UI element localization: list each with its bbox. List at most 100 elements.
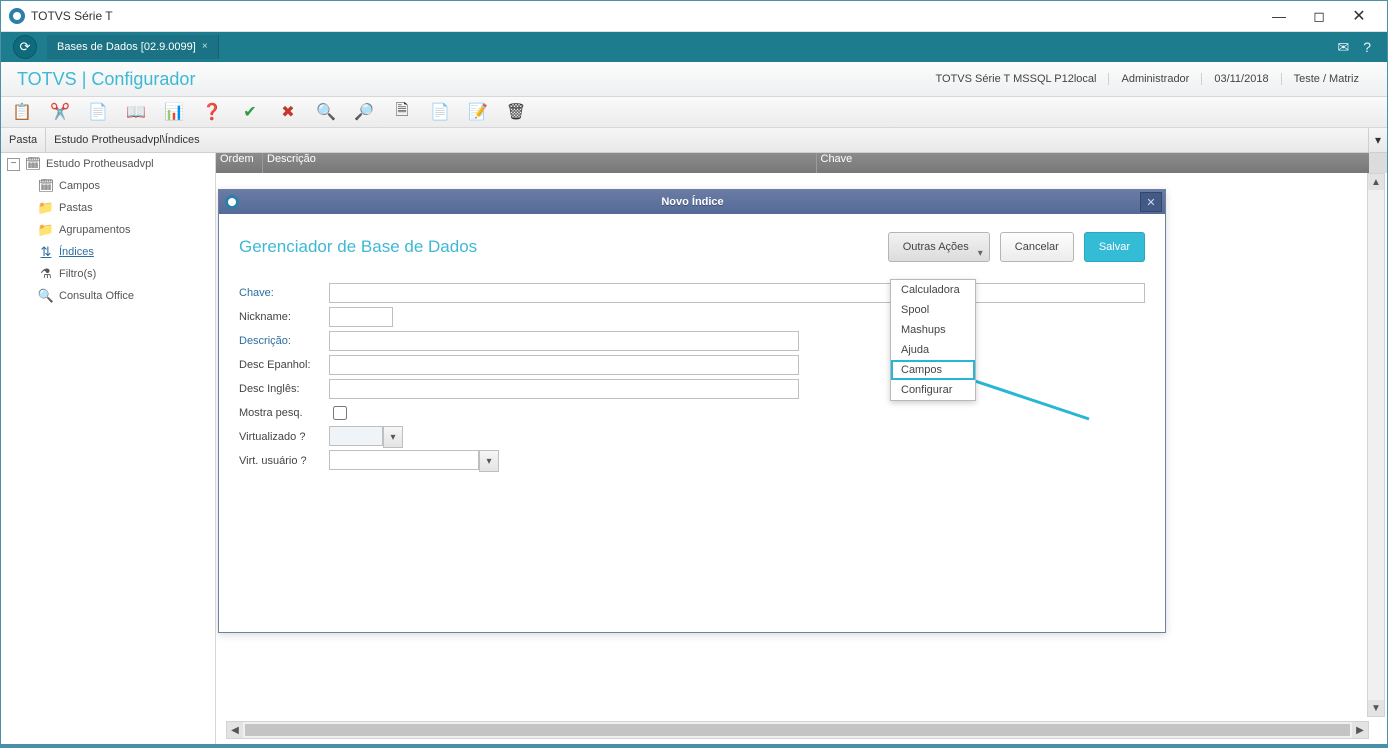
close-button[interactable]: ✕: [1339, 2, 1379, 30]
scroll-thumb[interactable]: [245, 724, 1350, 736]
paste-icon[interactable]: 📄: [87, 101, 109, 123]
grid-icon: 🗓: [37, 178, 55, 194]
tab-bases-de-dados[interactable]: Bases de Dados [02.9.0099] ×: [47, 35, 219, 59]
label-virt-user: Virt. usuário ?: [239, 455, 329, 467]
book-icon[interactable]: 📖: [125, 101, 147, 123]
desc-es-input[interactable]: [329, 355, 799, 375]
menu-item-label: Spool: [901, 304, 929, 316]
col-chave[interactable]: Chave: [817, 153, 1370, 173]
menu-item-mashups[interactable]: Mashups: [891, 320, 975, 340]
label-nickname: Nickname:: [239, 311, 329, 323]
desc-en-input[interactable]: [329, 379, 799, 399]
delete-record-icon[interactable]: 🗑: [505, 101, 527, 123]
collapse-icon[interactable]: −: [7, 158, 20, 171]
search-icon: 🔍: [37, 288, 55, 304]
new-record-icon[interactable]: 📄: [429, 101, 451, 123]
folder-icon: 📁: [37, 222, 55, 238]
label-desc-es: Desc Epanhol:: [239, 359, 329, 371]
outras-acoes-button[interactable]: Outras Ações: [888, 232, 990, 262]
outras-acoes-menu: Calculadora Spool Mashups Ajuda Campos C…: [890, 279, 976, 401]
menu-item-label: Campos: [901, 364, 942, 376]
cancel-icon[interactable]: ✖: [277, 101, 299, 123]
novo-indice-dialog: Novo Índice ✕ Gerenciador de Base de Dad…: [218, 189, 1166, 633]
button-label: Outras Ações: [903, 241, 969, 253]
scroll-up-icon[interactable]: ▲: [1368, 174, 1384, 190]
menu-item-calculadora[interactable]: Calculadora: [891, 280, 975, 300]
question-icon[interactable]: ❓: [201, 101, 223, 123]
dialog-titlebar[interactable]: Novo Índice ✕: [219, 190, 1165, 214]
chevron-down-icon[interactable]: ▾: [479, 450, 499, 472]
menu-item-label: Ajuda: [901, 344, 929, 356]
menu-item-campos[interactable]: Campos: [891, 360, 975, 380]
scroll-down-icon[interactable]: ▼: [1368, 700, 1384, 716]
path-dropdown-button[interactable]: ▾: [1368, 128, 1387, 152]
tab-strip: ⟳ Bases de Dados [02.9.0099] × ✉ ?: [1, 32, 1387, 62]
spreadsheet-icon[interactable]: 📊: [163, 101, 185, 123]
confirm-icon[interactable]: ✔: [239, 101, 261, 123]
col-ordem[interactable]: Ordem: [216, 153, 263, 173]
tree-item-indices[interactable]: ⇅Índices: [1, 241, 215, 263]
dialog-close-button[interactable]: ✕: [1140, 192, 1162, 212]
menu-item-configurar[interactable]: Configurar: [891, 380, 975, 400]
totvs-logo-icon: [9, 8, 25, 24]
edit-record-icon[interactable]: 📝: [467, 101, 489, 123]
window-border: [1, 744, 1387, 747]
descricao-input[interactable]: [329, 331, 799, 351]
scroll-left-icon[interactable]: ◀: [227, 722, 243, 738]
menu-item-spool[interactable]: Spool: [891, 300, 975, 320]
menu-item-ajuda[interactable]: Ajuda: [891, 340, 975, 360]
tree-item-agrupamentos[interactable]: 📁 Agrupamentos: [1, 219, 215, 241]
refresh-icon: ⟳: [20, 39, 31, 55]
dialog-subtitle: Gerenciador de Base de Dados: [239, 237, 888, 257]
navigation-tree[interactable]: − 🗓 Estudo Protheusadvpl 🗓Campos 📁Pastas…: [1, 153, 216, 747]
branch-label: Teste / Matriz: [1281, 73, 1371, 85]
sort-icon: ⇅: [37, 244, 55, 260]
nickname-input[interactable]: [329, 307, 393, 327]
chevron-down-icon[interactable]: ▾: [383, 426, 403, 448]
mail-icon[interactable]: ✉: [1337, 39, 1349, 56]
tab-close-icon[interactable]: ×: [202, 35, 208, 59]
cut-icon[interactable]: ✂️: [49, 101, 71, 123]
grid-scroll-spacer: [1369, 153, 1387, 173]
tree-item-filtros[interactable]: ⚗Filtro(s): [1, 263, 215, 285]
tree-item-pastas[interactable]: 📁Pastas: [1, 197, 215, 219]
virt-usuario-input[interactable]: [329, 450, 479, 470]
tree-item-label: Consulta Office: [59, 290, 134, 302]
date-label: 03/11/2018: [1201, 73, 1280, 85]
home-button[interactable]: ⟳: [13, 35, 37, 59]
tree-item-label: Filtro(s): [59, 268, 96, 280]
mostra-pesq-checkbox[interactable]: [333, 406, 347, 420]
col-descricao[interactable]: Descrição: [263, 153, 817, 173]
label-virt: Virtualizado ?: [239, 431, 329, 443]
cancelar-button[interactable]: Cancelar: [1000, 232, 1074, 262]
minimize-button[interactable]: —: [1259, 2, 1299, 30]
preview-icon[interactable]: 🗎: [391, 101, 413, 123]
search-icon[interactable]: 🔍: [315, 101, 337, 123]
button-label: Cancelar: [1015, 241, 1059, 253]
vertical-scrollbar[interactable]: ▲ ▼: [1367, 173, 1385, 717]
virtualizado-input[interactable]: [329, 426, 383, 446]
path-bar: Pasta Estudo Protheusadvpl\Índices ▾: [1, 128, 1387, 153]
tree-item-campos[interactable]: 🗓Campos: [1, 175, 215, 197]
maximize-button[interactable]: ◻: [1299, 2, 1339, 30]
scroll-right-icon[interactable]: ▶: [1352, 722, 1368, 738]
tree-root[interactable]: − 🗓 Estudo Protheusadvpl: [1, 153, 215, 175]
tab-label: Bases de Dados [02.9.0099]: [57, 35, 196, 59]
salvar-button[interactable]: Salvar: [1084, 232, 1145, 262]
tree-item-label: Agrupamentos: [59, 224, 131, 236]
copy-icon[interactable]: 📋: [11, 101, 33, 123]
chave-input[interactable]: [329, 283, 1145, 303]
virt-usuario-combo[interactable]: ▾: [329, 450, 499, 472]
help-icon[interactable]: ?: [1363, 39, 1371, 55]
tree-item-consulta-office[interactable]: 🔍 Consulta Office: [1, 285, 215, 307]
search-next-icon[interactable]: 🔎: [353, 101, 375, 123]
tree-root-label: Estudo Protheusadvpl: [46, 158, 154, 170]
brand-separator: |: [77, 69, 92, 89]
grid-header: Ordem Descrição Chave: [216, 153, 1387, 173]
virtualizado-combo[interactable]: ▾: [329, 426, 403, 448]
menu-item-label: Mashups: [901, 324, 946, 336]
table-icon: 🗓: [24, 156, 42, 172]
dialog-title: Novo Índice: [245, 196, 1140, 208]
window-title: TOTVS Série T: [31, 9, 1259, 23]
horizontal-scrollbar[interactable]: ◀ ▶: [226, 721, 1369, 739]
